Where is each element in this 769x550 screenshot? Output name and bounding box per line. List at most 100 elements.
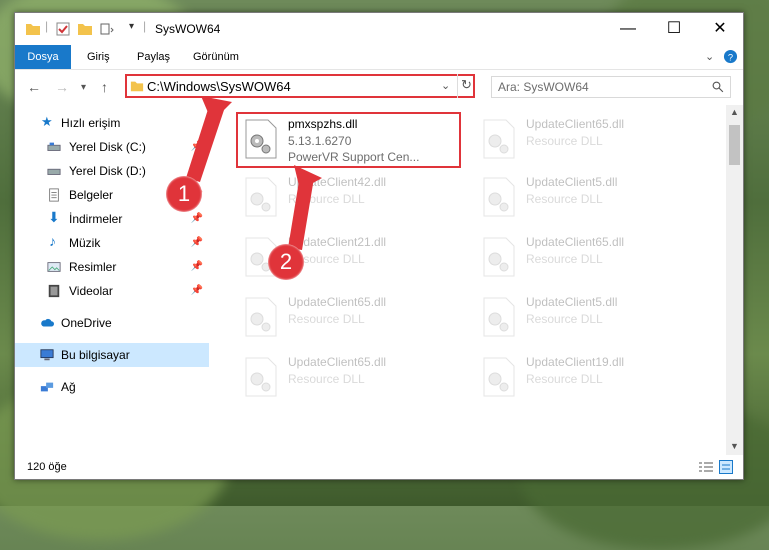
customize-icon[interactable] (99, 21, 115, 37)
pin-icon: 📌 (190, 165, 203, 176)
forward-icon[interactable]: → (55, 79, 69, 95)
sidebar-item-quick-access[interactable]: ★ Hızlı erişim (15, 111, 211, 135)
address-dropdown-icon[interactable]: ⌄ (441, 79, 450, 92)
navigation-pane: ★ Hızlı erişim Yerel Disk (C:) 📌 Yerel D… (15, 105, 211, 445)
sidebar-item-label: Müzik (69, 236, 101, 250)
sidebar-item-music[interactable]: ♪ Müzik 📌 (15, 231, 211, 255)
cloud-icon (41, 318, 54, 327)
back-icon[interactable]: ← (27, 79, 41, 95)
dll-file-icon (483, 119, 515, 159)
file-type: Resource DLL (288, 192, 365, 206)
new-folder-icon[interactable] (77, 21, 93, 37)
sidebar-item-label: Belgeler (69, 188, 114, 202)
sidebar-item-videos[interactable]: Videolar 📌 (15, 279, 211, 303)
tiles-view-icon[interactable] (719, 460, 733, 474)
sidebar-item-this-pc[interactable]: Bu bilgisayar (15, 343, 209, 367)
file-type: Resource DLL (288, 372, 365, 386)
status-bar: 120 öğe (15, 455, 743, 479)
documents-icon (49, 188, 59, 202)
window-title: SysWOW64 (155, 22, 221, 36)
file-name: UpdateClient65.dll (288, 355, 387, 369)
file-name: UpdateClient5.dll (526, 175, 618, 189)
star-icon: ★ (41, 114, 53, 129)
address-path: C:\Windows\SysWOW64 (147, 79, 291, 94)
up-icon[interactable]: ↑ (101, 79, 108, 95)
file-item[interactable]: UpdateClient65.dll Resource DLL (238, 291, 468, 347)
qa-dropdown-icon[interactable]: ▾ (129, 21, 134, 32)
folder-icon (26, 24, 40, 35)
sidebar-item-label: Yerel Disk (C:) (69, 140, 146, 154)
sidebar-item-label: İndirmeler (69, 212, 123, 226)
dll-file-icon (245, 357, 277, 397)
file-name: UpdateClient65.dll (288, 295, 387, 309)
minimize-button[interactable]: — (605, 13, 651, 45)
pin-icon: 📌 (190, 261, 203, 272)
tab-home[interactable]: Giriş (87, 45, 110, 69)
sidebar-item-label: OneDrive (61, 316, 112, 330)
pin-icon: 📌 (190, 213, 203, 224)
scroll-up-icon[interactable]: ▲ (730, 107, 739, 117)
maximize-button[interactable]: ☐ (651, 13, 697, 45)
separator: | (45, 19, 49, 33)
file-name: UpdateClient5.dll (526, 295, 618, 309)
tab-file[interactable]: Dosya (15, 45, 71, 69)
address-bar[interactable]: C:\Windows\SysWOW64 ⌄ ↻ (125, 74, 475, 98)
scroll-thumb[interactable] (729, 125, 740, 165)
file-name: UpdateClient65.dll (526, 117, 625, 131)
search-input[interactable]: Ara: SysWOW64 (498, 80, 589, 94)
file-type: Resource DLL (526, 192, 603, 206)
tab-share[interactable]: Paylaş (137, 45, 170, 69)
refresh-icon[interactable]: ↻ (461, 77, 472, 93)
file-name: UpdateClient21.dll (288, 235, 387, 249)
dll-file-icon (483, 297, 515, 337)
ribbon: Dosya Giriş Paylaş Görünüm ⌄ ? (15, 45, 743, 70)
file-item[interactable]: UpdateClient19.dll Resource DLL (476, 351, 706, 407)
file-item[interactable]: UpdateClient65.dll Resource DLL (238, 351, 468, 407)
dll-file-icon (483, 357, 515, 397)
sidebar-item-local-disk-c[interactable]: Yerel Disk (C:) 📌 (15, 135, 211, 159)
vertical-scrollbar[interactable]: ▲ ▼ (726, 105, 743, 455)
file-item[interactable]: UpdateClient42.dll Resource DLL (238, 171, 468, 227)
search-icon[interactable] (712, 81, 724, 93)
search-box[interactable]: Ara: SysWOW64 (491, 76, 731, 98)
properties-icon[interactable] (55, 21, 71, 37)
file-item[interactable]: UpdateClient5.dll Resource DLL (476, 171, 706, 227)
help-icon[interactable]: ? (723, 49, 738, 64)
sidebar-item-label: Videolar (69, 284, 113, 298)
file-type: Resource DLL (288, 312, 365, 326)
file-item[interactable]: UpdateClient65.dll Resource DLL (476, 113, 706, 169)
scroll-down-icon[interactable]: ▼ (730, 441, 739, 451)
drive-icon (47, 168, 61, 175)
item-count: 120 öğe (27, 461, 67, 473)
folder-icon (130, 81, 144, 92)
file-item[interactable]: UpdateClient65.dll Resource DLL (476, 231, 706, 287)
file-type: Resource DLL (526, 372, 603, 386)
sidebar-item-onedrive[interactable]: OneDrive (15, 311, 211, 335)
annotation-badge-1: 1 (166, 176, 202, 212)
sidebar-item-pictures[interactable]: Resimler 📌 (15, 255, 211, 279)
details-view-icon[interactable] (699, 461, 713, 473)
file-name: UpdateClient42.dll (288, 175, 387, 189)
pictures-icon (47, 262, 61, 272)
sidebar-item-label: Ağ (61, 380, 76, 394)
file-type: Resource DLL (526, 134, 603, 148)
pin-icon: 📌 (190, 141, 203, 152)
file-item[interactable]: UpdateClient5.dll Resource DLL (476, 291, 706, 347)
sidebar-item-label: Resimler (69, 260, 117, 274)
dll-file-icon (245, 297, 277, 337)
drive-icon (47, 142, 61, 151)
sidebar-item-network[interactable]: Ağ (15, 375, 211, 399)
separator: | (143, 19, 147, 33)
navigation-bar: ← → ▾ ↑ C:\Windows\SysWOW64 ⌄ ↻ Ara: Sys… (15, 71, 743, 103)
download-icon: ⬇ (48, 209, 60, 225)
file-type: Resource DLL (526, 312, 603, 326)
annotation-badge-2: 2 (268, 244, 304, 280)
tab-view[interactable]: Görünüm (193, 45, 239, 69)
file-name: UpdateClient19.dll (526, 355, 625, 369)
close-button[interactable]: ✕ (697, 13, 743, 45)
expand-ribbon-icon[interactable]: ⌄ (705, 50, 714, 63)
network-icon (40, 382, 54, 392)
sidebar-item-label: Hızlı erişim (61, 116, 121, 130)
recent-dropdown-icon[interactable]: ▾ (81, 82, 86, 93)
computer-icon (40, 349, 54, 361)
